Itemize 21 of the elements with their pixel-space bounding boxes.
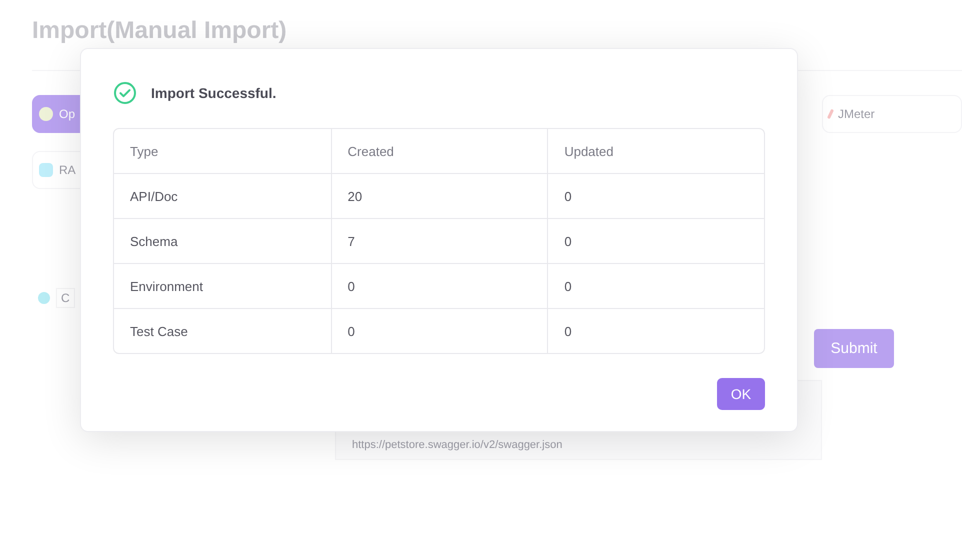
source-label: JMeter bbox=[838, 107, 875, 121]
source-label: Op bbox=[59, 107, 76, 121]
table-cell-text: Test Case bbox=[129, 322, 189, 340]
table-cell: 20 bbox=[330, 174, 548, 218]
column-header: Created bbox=[330, 129, 548, 173]
dialog-message: Import Successful. bbox=[151, 85, 276, 101]
table-cell: 0 bbox=[547, 309, 764, 353]
info-field: C bbox=[56, 288, 75, 308]
table-cell: 0 bbox=[547, 264, 764, 308]
url-text: https://petstore.swagger.io/v2/swagger.json bbox=[352, 439, 562, 451]
column-header: Type bbox=[129, 142, 160, 161]
table-cell-text: Schema bbox=[129, 232, 179, 250]
table-cell: 0 bbox=[330, 309, 548, 353]
table-cell: 0 bbox=[330, 264, 548, 308]
table-cell-text: API/Doc bbox=[129, 188, 179, 206]
column-header: Updated bbox=[547, 129, 764, 173]
table-cell-text: Environment bbox=[129, 278, 204, 296]
table-cell: 7 bbox=[330, 219, 548, 263]
table-cell: 0 bbox=[547, 174, 764, 218]
table-cell: 0 bbox=[547, 219, 764, 263]
source-label: RA bbox=[59, 163, 76, 177]
